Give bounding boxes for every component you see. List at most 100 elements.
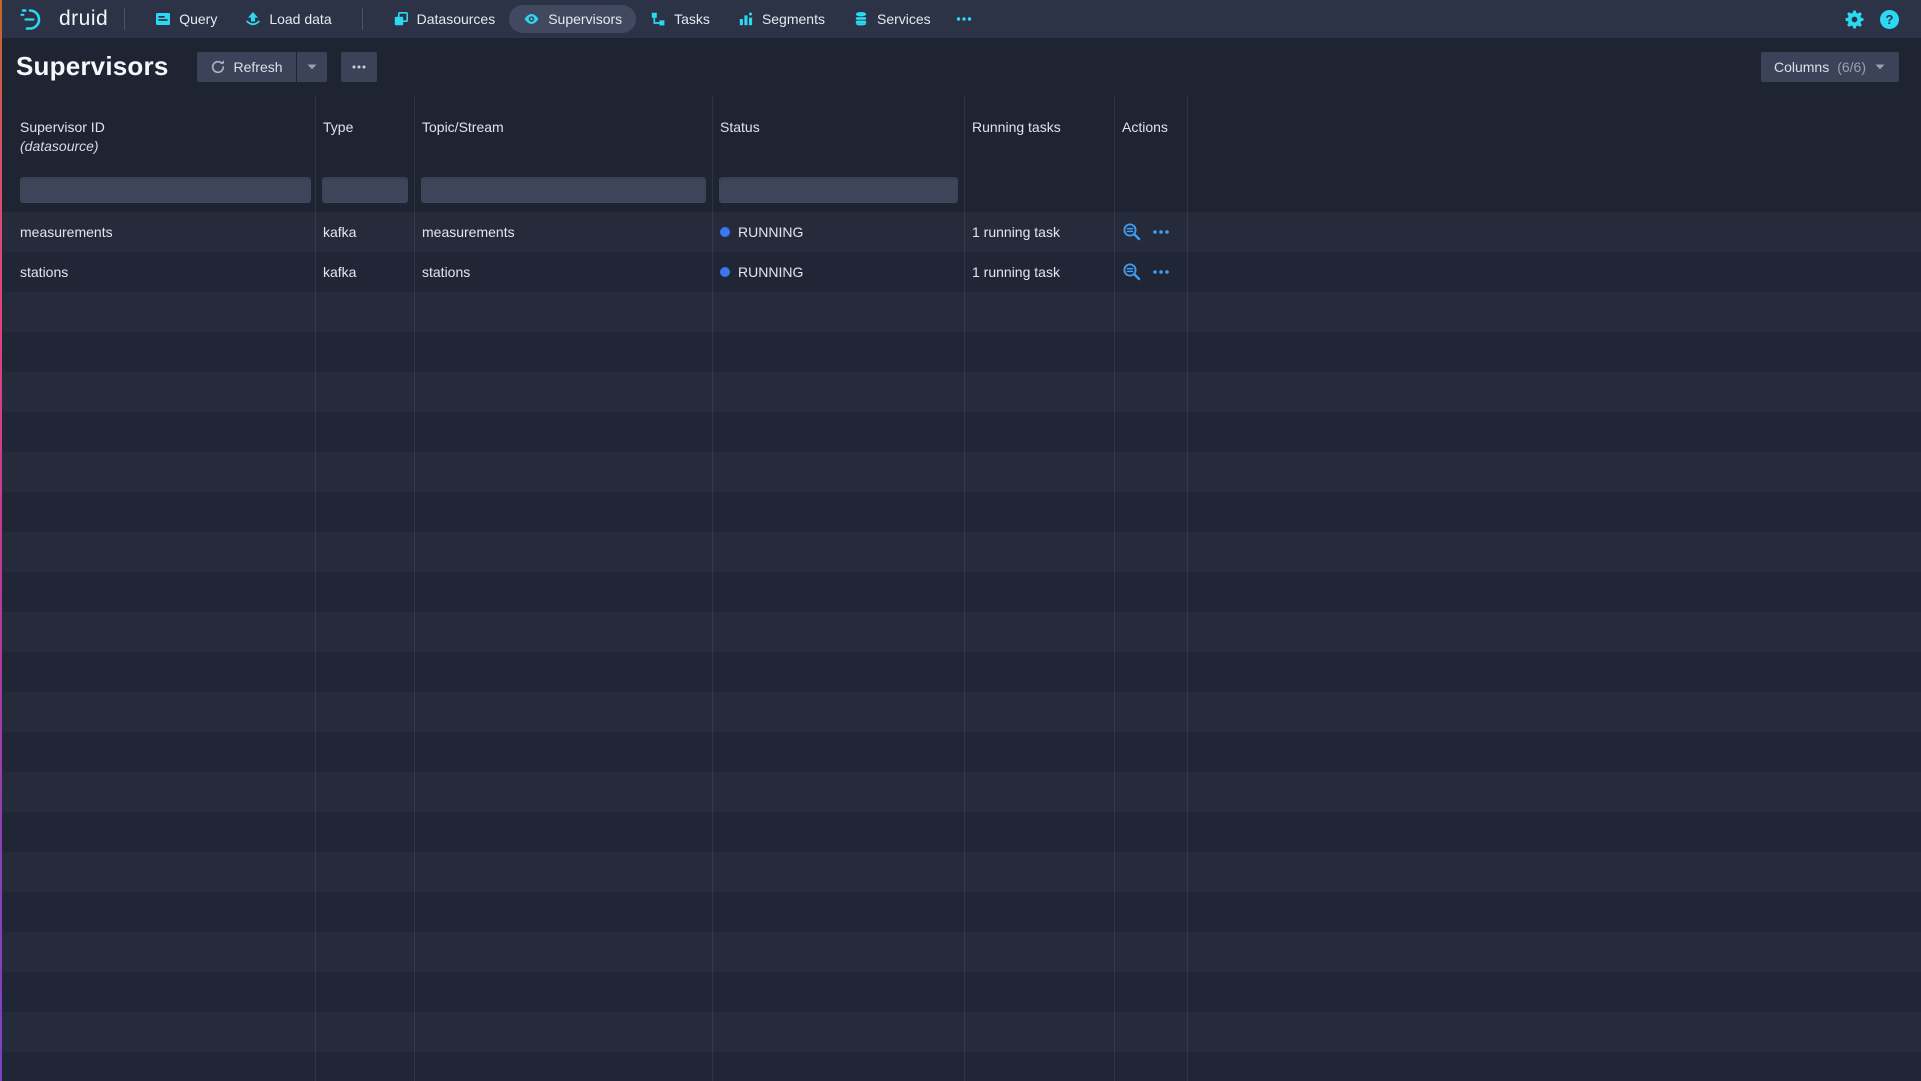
column-header-tasks[interactable]: Running tasks [965, 95, 1115, 168]
running-tasks-text: 1 running task [972, 264, 1060, 280]
more-icon [955, 11, 973, 27]
more-icon [1152, 229, 1170, 235]
empty-cell [713, 972, 965, 1012]
empty-cell [1188, 412, 1921, 452]
empty-cell [713, 812, 965, 852]
empty-cell [0, 1012, 316, 1052]
empty-cell [316, 972, 415, 1012]
nav-more-button[interactable] [945, 5, 983, 33]
filter-input-status[interactable] [719, 177, 958, 203]
refresh-interval-caret[interactable] [297, 52, 327, 82]
refresh-button[interactable]: Refresh [197, 52, 296, 82]
row-more-button[interactable] [1152, 229, 1170, 235]
filter-input-type[interactable] [322, 177, 408, 203]
chevron-down-icon [306, 63, 318, 71]
empty-cell [415, 652, 713, 692]
page-header: Supervisors Refresh [0, 38, 1921, 95]
services-icon [853, 11, 869, 27]
empty-row [0, 492, 1921, 532]
nav-item-load-data[interactable]: Load data [231, 5, 345, 33]
magnifier-detail-icon [1122, 262, 1142, 282]
empty-cell [415, 412, 713, 452]
column-header-id[interactable]: Supervisor ID(datasource) [0, 95, 316, 168]
window-edge-gradient [0, 0, 2, 1081]
columns-label: Columns [1774, 59, 1829, 75]
column-header-type[interactable]: Type [316, 95, 415, 168]
empty-cell [713, 692, 965, 732]
filter-input-topic[interactable] [421, 177, 706, 203]
empty-cell [965, 852, 1115, 892]
cell-supervisor-id: stations [0, 252, 316, 292]
empty-row [0, 852, 1921, 892]
empty-cell [415, 332, 713, 372]
more-icon [351, 64, 367, 70]
empty-cell [965, 772, 1115, 812]
supervisor-topic: stations [422, 264, 470, 280]
empty-cell [415, 372, 713, 412]
query-icon [155, 11, 171, 27]
empty-cell [965, 452, 1115, 492]
column-header-status[interactable]: Status [713, 95, 965, 168]
empty-cell [713, 932, 965, 972]
empty-cell [1115, 532, 1188, 572]
empty-cell [1188, 772, 1921, 812]
supervisors-eye-icon [523, 11, 540, 27]
empty-cell [965, 1052, 1115, 1081]
nav-item-tasks[interactable]: Tasks [636, 5, 724, 33]
nav-item-query[interactable]: Query [141, 5, 231, 33]
row-more-button[interactable] [1152, 269, 1170, 275]
empty-cell [965, 892, 1115, 932]
empty-row [0, 972, 1921, 1012]
empty-cell [713, 492, 965, 532]
columns-dropdown[interactable]: Columns (6/6) [1761, 52, 1899, 82]
filter-input-id[interactable] [20, 177, 311, 203]
empty-cell [0, 692, 316, 732]
chevron-down-icon [1874, 63, 1886, 71]
filter-cell-tasks [965, 168, 1115, 212]
nav-item-segments[interactable]: Segments [724, 5, 839, 33]
empty-cell [1188, 732, 1921, 772]
empty-cell [415, 572, 713, 612]
column-header-label: Actions [1122, 119, 1179, 135]
empty-cell [1188, 932, 1921, 972]
view-detail-button[interactable] [1122, 262, 1142, 282]
help-icon[interactable]: ? [1880, 10, 1899, 29]
empty-cell [1188, 452, 1921, 492]
empty-cell [713, 892, 965, 932]
empty-cell [415, 972, 713, 1012]
filter-cell-type [316, 168, 415, 212]
table-filter-row [0, 168, 1921, 212]
empty-cell [713, 572, 965, 612]
empty-cell [1115, 612, 1188, 652]
page-more-button[interactable] [341, 52, 377, 82]
column-header-topic[interactable]: Topic/Stream [415, 95, 713, 168]
empty-cell [1188, 892, 1921, 932]
empty-cell [965, 412, 1115, 452]
view-detail-button[interactable] [1122, 222, 1142, 242]
settings-button[interactable] [1843, 8, 1865, 30]
empty-cell [965, 332, 1115, 372]
empty-cell [415, 492, 713, 532]
empty-cell [965, 292, 1115, 332]
druid-logo[interactable]: druid [20, 6, 108, 32]
column-header-actions[interactable]: Actions [1115, 95, 1188, 168]
empty-cell [316, 372, 415, 412]
empty-cell [1115, 572, 1188, 612]
nav-item-datasources[interactable]: Datasources [379, 5, 510, 33]
empty-cell [713, 852, 965, 892]
empty-cell [0, 732, 316, 772]
empty-cell [1188, 1012, 1921, 1052]
nav-item-services[interactable]: Services [839, 5, 945, 33]
empty-cell [316, 612, 415, 652]
nav-item-supervisors[interactable]: Supervisors [509, 5, 636, 33]
empty-cell [316, 332, 415, 372]
status-running-dot [720, 227, 730, 237]
empty-cell [1188, 572, 1921, 612]
empty-cell [713, 772, 965, 812]
supervisor-id: measurements [20, 224, 113, 240]
empty-cell [415, 892, 713, 932]
empty-cell [1115, 492, 1188, 532]
nav-divider [124, 8, 125, 30]
empty-cell [0, 652, 316, 692]
empty-row [0, 692, 1921, 732]
